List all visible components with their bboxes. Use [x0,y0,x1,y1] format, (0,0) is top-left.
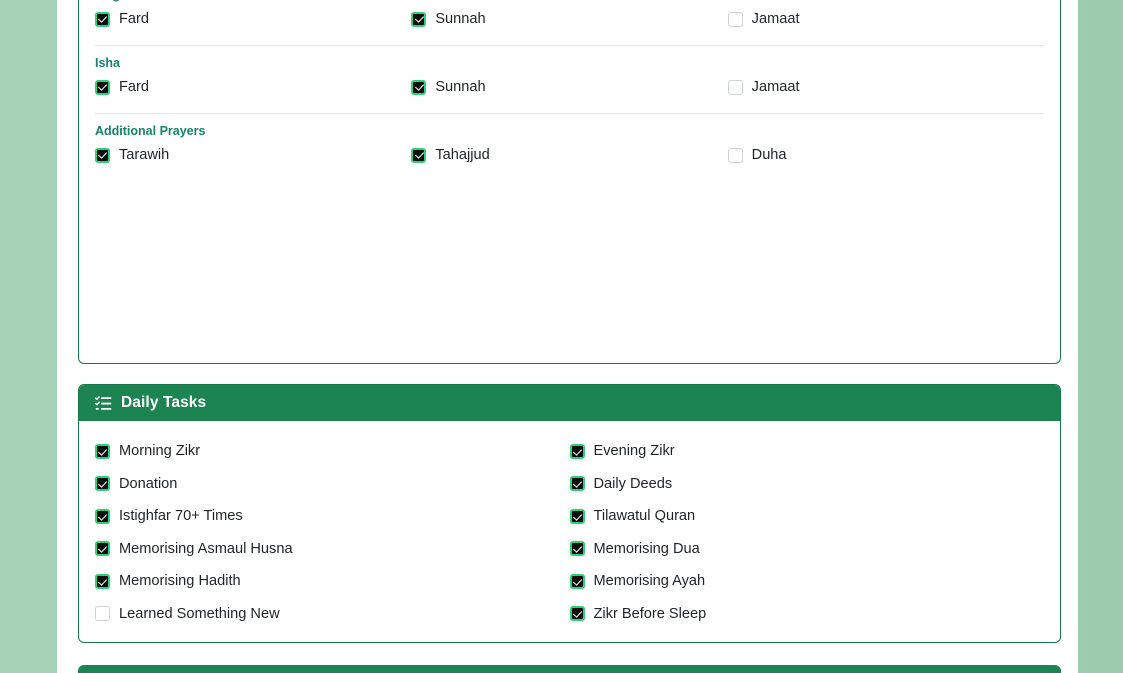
task-item-memorising-ayah[interactable]: Memorising Ayah [569,565,1045,598]
prayer-section-label: Isha [95,56,121,70]
prayer-section-label: Maghrib [95,0,1044,2]
prayer-tracker-card: AsrFardSunnahJamaatMaghribFardSunnahJama… [78,0,1061,364]
task-item-label: Memorising Ayah [593,573,706,590]
prayer-section-maghrib: Maghrib Fard Sunnah Jamaat [95,0,1044,45]
prayer-option-additional-prayers-duha[interactable]: Duha [727,147,1044,163]
prayer-sections: AsrFardSunnahJamaatMaghribFardSunnahJama… [79,0,1060,181]
task-memorising-dua-checkbox[interactable] [569,541,585,557]
prayer-options-row: Fard Sunnah Jamaat [95,11,1044,27]
scroll-container[interactable]: AsrFardSunnahJamaatMaghribFardSunnahJama… [57,0,1078,673]
prayer-option-isha-sunnah[interactable]: Sunnah [411,79,727,95]
isha-jamaat-checkbox[interactable] [727,79,743,95]
prayer-section-additional-prayers: Additional Prayers Tarawih Tahajjud Duha [95,113,1044,181]
task-item-learned-something-new[interactable]: Learned Something New [95,598,570,631]
task-item-label: Memorising Asmaul Husna [119,540,293,557]
prayer-option-label: Jamaat [751,11,800,27]
prayer-option-additional-prayers-tarawih[interactable]: Tarawih [95,147,411,163]
task-item-label: Memorising Hadith [119,573,241,590]
prayer-option-isha-fard[interactable]: Fard [95,79,411,95]
prayer-option-label: Sunnah [435,79,486,95]
task-item-label: Zikr Before Sleep [593,605,707,622]
isha-sunnah-checkbox[interactable] [411,79,427,95]
task-item-zikr-before-sleep[interactable]: Zikr Before Sleep [569,598,1045,631]
task-morning-zikr-checkbox[interactable] [95,443,110,459]
prayer-option-label: Tahajjud [435,147,490,163]
prayer-option-isha-jamaat[interactable]: Jamaat [727,79,1044,95]
task-daily-deeds-checkbox[interactable] [569,476,585,492]
daily-tasks-title: Daily Tasks [121,394,207,411]
task-item-label: Evening Zikr [593,443,675,460]
prayer-option-maghrib-jamaat[interactable]: Jamaat [727,11,1044,27]
prayer-option-label: Tarawih [119,147,170,163]
maghrib-sunnah-checkbox[interactable] [411,11,427,27]
prayer-option-maghrib-fard[interactable]: Fard [95,11,411,27]
daily-tasks-header: Daily Tasks [79,385,1060,421]
prayer-option-label: Fard [119,11,150,27]
task-istighfar-70-times-checkbox[interactable] [95,508,110,524]
prayer-options-row: Fard Sunnah Jamaat [95,79,1044,95]
maghrib-fard-checkbox[interactable] [95,11,110,27]
task-item-label: Donation [119,475,178,492]
prayer-option-label: Duha [751,147,787,163]
task-item-donation[interactable]: Donation [95,468,570,501]
prayer-option-label: Jamaat [751,79,800,95]
task-item-memorising-hadith[interactable]: Memorising Hadith [95,565,570,598]
task-item-label: Memorising Dua [593,540,700,557]
additional-prayers-duha-checkbox[interactable] [727,147,743,163]
prayer-option-maghrib-sunnah[interactable]: Sunnah [411,11,727,27]
task-donation-checkbox[interactable] [95,476,110,492]
additional-prayers-tarawih-checkbox[interactable] [95,147,110,163]
task-memorising-hadith-checkbox[interactable] [95,573,110,589]
task-item-istighfar-70-times[interactable]: Istighfar 70+ Times [95,500,570,533]
task-learned-something-new-checkbox[interactable] [95,606,110,622]
maghrib-jamaat-checkbox[interactable] [727,11,743,27]
task-tilawatul-quran-checkbox[interactable] [569,508,585,524]
task-item-tilawatul-quran[interactable]: Tilawatul Quran [569,500,1045,533]
daily-tasks-card: Daily Tasks Morning Zikr Evening Zikr Dona… [78,384,1061,643]
prayer-options-row: Tarawih Tahajjud Duha [95,147,1044,163]
task-item-daily-deeds[interactable]: Daily Deeds [569,468,1045,501]
additional-prayers-tahajjud-checkbox[interactable] [411,147,427,163]
isha-fard-checkbox[interactable] [95,79,110,95]
list-check-icon [95,395,112,411]
prayer-section-isha: Isha Fard Sunnah Jamaat [95,45,1044,113]
daily-tasks-list: Morning Zikr Evening Zikr Donation Daily De… [79,421,1060,642]
task-item-memorising-dua[interactable]: Memorising Dua [569,533,1045,566]
task-zikr-before-sleep-checkbox[interactable] [569,606,585,622]
prayer-option-label: Fard [119,79,150,95]
task-item-label: Learned Something New [119,605,280,622]
task-item-memorising-asmaul-husna[interactable]: Memorising Asmaul Husna [95,533,570,566]
prayer-section-label: Additional Prayers [95,124,206,138]
prayer-option-label: Sunnah [435,11,486,27]
task-memorising-ayah-checkbox[interactable] [569,573,585,589]
task-item-label: Morning Zikr [119,443,201,460]
page-content-area: AsrFardSunnahJamaatMaghribFardSunnahJama… [57,0,1078,673]
task-item-label: Daily Deeds [593,475,673,492]
task-item-evening-zikr[interactable]: Evening Zikr [569,435,1045,468]
prayer-option-additional-prayers-tahajjud[interactable]: Tahajjud [411,147,727,163]
task-evening-zikr-checkbox[interactable] [569,443,585,459]
task-item-label: Tilawatul Quran [593,508,696,525]
next-section-card-header [78,665,1061,673]
task-memorising-asmaul-husna-checkbox[interactable] [95,541,110,557]
task-item-label: Istighfar 70+ Times [119,508,243,525]
task-item-morning-zikr[interactable]: Morning Zikr [95,435,570,468]
